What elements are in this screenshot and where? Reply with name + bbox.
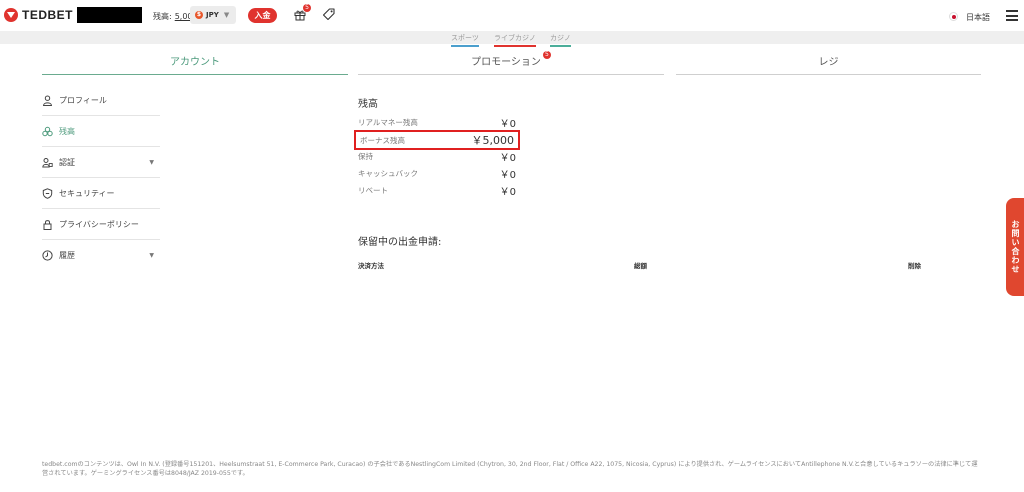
logo-mark-icon (4, 8, 18, 22)
sidebar-item-history[interactable]: 履歴 ▼ (42, 240, 160, 271)
balance-row-label: リアルマネー残高 (358, 118, 418, 127)
balance-row-label: 保持 (358, 152, 373, 161)
japan-flag-icon[interactable] (949, 12, 958, 21)
currency-code: JPY (206, 11, 219, 19)
promotions-badge: 5 (542, 51, 551, 59)
tab-promotions-label: プロモーション (471, 57, 541, 68)
sidebar-item-label: 認証 (59, 157, 75, 167)
language-selector[interactable]: 日本語 (966, 12, 990, 23)
balance-row-real-money: リアルマネー残高 ￥0 (358, 114, 516, 131)
balance-row-amount: ￥0 (499, 153, 516, 164)
balance-row-label: ボーナス残高 (360, 135, 405, 145)
balance-label: 残高: (153, 12, 172, 21)
deposit-button[interactable]: 入金 (248, 8, 277, 23)
tab-cashier-label: レジ (818, 57, 839, 68)
subnav-sports[interactable]: スポーツ (451, 33, 479, 47)
balance-row-rebate: リベート ￥0 (358, 182, 516, 199)
balance-section-title: 残高 (358, 99, 378, 110)
footer-legal-text: tedbet.comのコンテンツは、Owl In N.V. (登録番号15120… (42, 461, 978, 477)
sidebar-item-label: 残高 (59, 126, 75, 136)
balance-row-amount: ￥0 (499, 170, 516, 181)
person-icon (42, 95, 53, 106)
brand-logo[interactable]: TEDBET (4, 8, 73, 22)
lock-icon (43, 219, 52, 230)
id-icon (42, 157, 53, 167)
balance-row-cashback: キャッシュバック ￥0 (358, 165, 516, 182)
gift-badge: 5 (303, 4, 311, 12)
column-header-payment-method: 決済方法 (358, 262, 384, 270)
sidebar-item-privacy-policy[interactable]: プライバシーポリシー (42, 209, 160, 240)
sidebar-item-label: プライバシーポリシー (59, 219, 139, 229)
contact-us-tab[interactable]: お問い合わせ (1006, 198, 1024, 296)
balance-row-label: キャッシュバック (358, 169, 418, 178)
sidebar-item-label: 履歴 (59, 251, 75, 260)
balance-row-amount: ￥0 (499, 119, 516, 130)
tab-account[interactable]: アカウント (42, 53, 348, 75)
currency-selector[interactable]: $ JPY ▼ (190, 6, 236, 24)
balance-row-label: リベート (358, 186, 388, 195)
column-header-amount: 総額 (634, 262, 647, 270)
tab-account-label: アカウント (170, 57, 220, 68)
subnav-casino[interactable]: カジノ (550, 33, 571, 47)
redacted-username (77, 7, 142, 23)
hamburger-menu-icon[interactable] (1006, 10, 1018, 21)
tab-cashier[interactable]: レジ (676, 53, 981, 75)
brand-name: TEDBET (22, 8, 73, 22)
column-header-delete: 削除 (908, 262, 921, 270)
sidebar-item-profile[interactable]: プロフィール (42, 85, 160, 116)
sidebar-item-security[interactable]: セキュリティー (42, 178, 160, 209)
chevron-down-icon: ▼ (223, 11, 230, 19)
sidebar-item-verification[interactable]: 認証 ▼ (42, 147, 160, 178)
top-header: TEDBET 残高: 5,000 $ JPY ▼ 入金 5 日本語 (0, 0, 1024, 31)
coin-icon: $ (195, 11, 203, 19)
balance-row-amount: ￥5,000 (471, 134, 515, 147)
clock-icon (42, 250, 53, 261)
tab-promotions[interactable]: プロモーション5 (358, 51, 664, 75)
sidebar-item-label: プロフィール (59, 95, 107, 105)
balance-row-amount: ￥0 (499, 187, 516, 198)
subnav-live-casino[interactable]: ライブカジノ (494, 33, 536, 47)
sidebar-item-balance[interactable]: 残高 (42, 116, 160, 147)
coins-icon (42, 126, 53, 136)
balance-row-held: 保持 ￥0 (358, 148, 516, 165)
shield-icon (42, 187, 53, 199)
product-subnav: スポーツ ライブカジノ カジノ (0, 31, 1024, 47)
balance-row-bonus: ボーナス残高 ￥5,000 (354, 130, 520, 150)
pending-withdrawals-title: 保留中の出金申請: (358, 237, 442, 248)
chevron-down-icon[interactable]: ▼ (149, 159, 154, 166)
tag-icon[interactable] (323, 8, 335, 20)
sidebar-item-label: セキュリティー (59, 188, 115, 198)
chevron-down-icon[interactable]: ▼ (149, 252, 154, 259)
